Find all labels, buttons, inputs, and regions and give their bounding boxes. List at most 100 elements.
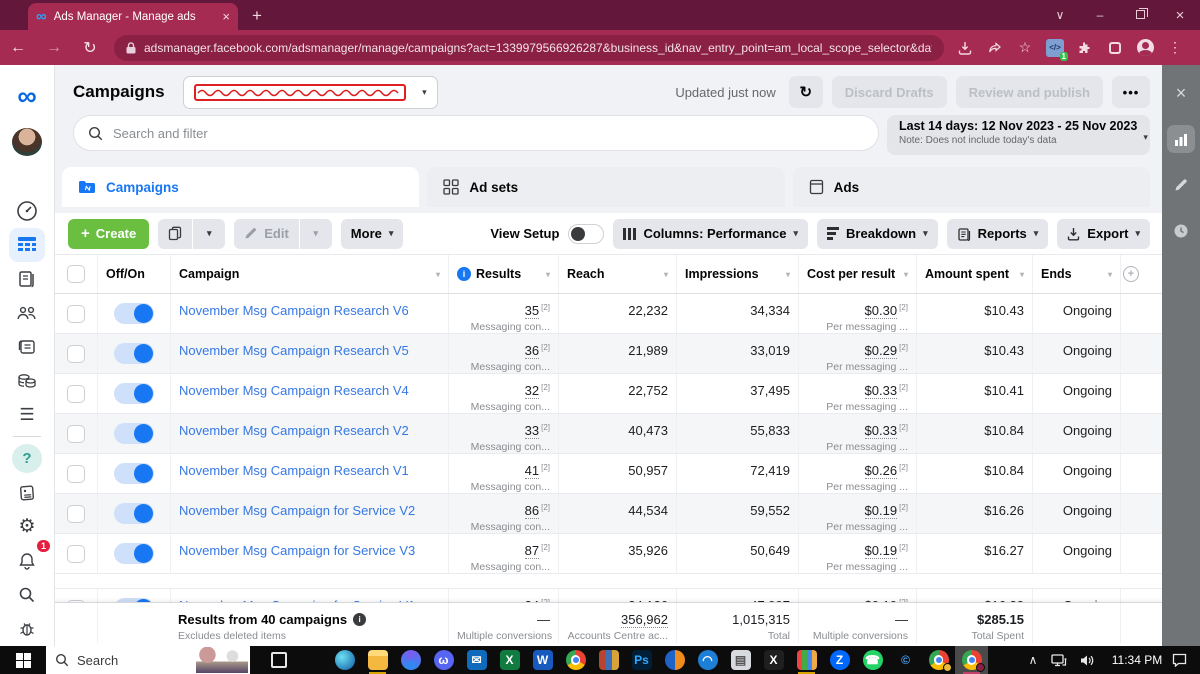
pages-icon[interactable] [9, 262, 45, 296]
search-filter-input[interactable]: Search and filter [73, 115, 879, 151]
row-checkbox[interactable] [67, 425, 85, 443]
file-explorer-icon[interactable] [361, 646, 394, 674]
cost-per-result-value[interactable]: $0.26 [865, 463, 898, 479]
discard-drafts-button[interactable]: Discard Drafts [832, 76, 947, 108]
billing-coins-icon[interactable] [9, 364, 45, 398]
results-value[interactable]: 87 [525, 543, 539, 559]
campaign-link[interactable]: November Msg Campaign Research V6 [179, 298, 409, 318]
photoshop-icon[interactable]: Ps [625, 646, 658, 674]
results-value[interactable]: 32 [525, 383, 539, 399]
results-info-icon[interactable]: i [457, 267, 471, 281]
row-checkbox[interactable] [67, 385, 85, 403]
zalo-icon[interactable]: Z [823, 646, 856, 674]
audiences-people-icon[interactable] [9, 296, 45, 330]
campaign-toggle[interactable] [114, 503, 154, 524]
help-icon[interactable]: ? [12, 444, 42, 472]
user-avatar[interactable] [12, 128, 42, 156]
chrome-profile-icon[interactable] [922, 646, 955, 674]
column-amount-spent[interactable]: Amount spent▾ [916, 255, 1032, 293]
firewall-ball-icon[interactable] [658, 646, 691, 674]
reports-button[interactable]: Reports ▾ [947, 219, 1049, 249]
task-view-icon[interactable] [262, 646, 295, 674]
volume-icon[interactable] [1080, 654, 1102, 667]
campaign-link[interactable]: November Msg Campaign Research V5 [179, 338, 409, 358]
campaigns-table-icon[interactable] [9, 228, 45, 262]
browser-profile-icon[interactable] [1132, 35, 1158, 61]
cost-per-result-value[interactable]: $0.33 [865, 423, 898, 439]
whatsapp-icon[interactable]: ☎ [856, 646, 889, 674]
new-tab-button[interactable]: + [252, 6, 262, 26]
ads-reporting-icon[interactable] [9, 330, 45, 364]
duplicate-button[interactable] [158, 219, 192, 249]
campaign-link[interactable]: November Msg Campaign Research V4 [179, 378, 409, 398]
discord-icon[interactable]: ω [427, 646, 460, 674]
report-bug-icon[interactable] [9, 612, 45, 646]
excel-icon[interactable]: X [493, 646, 526, 674]
minimize-button[interactable]: – [1080, 8, 1120, 22]
overview-speedometer-icon[interactable] [9, 194, 45, 228]
column-results[interactable]: iResults▾ [448, 255, 558, 293]
taskbar-search-box[interactable]: Search [46, 646, 250, 674]
tab-search-icon[interactable]: ∨ [1040, 8, 1080, 22]
results-value[interactable]: 86 [525, 503, 539, 519]
review-publish-button[interactable]: Review and publish [956, 76, 1103, 108]
notifications-bell-icon[interactable]: 1 [9, 544, 45, 578]
tab-campaigns[interactable]: Campaigns [62, 167, 419, 207]
campaign-toggle[interactable] [114, 463, 154, 484]
add-column-button[interactable]: + [1120, 255, 1145, 293]
cost-per-result-value[interactable]: $0.33 [865, 383, 898, 399]
side-panel-icon[interactable] [1102, 35, 1128, 61]
search-highlight-image[interactable] [196, 647, 248, 673]
date-range-selector[interactable]: Last 14 days: 12 Nov 2023 - 25 Nov 2023 … [887, 115, 1150, 155]
campaign-toggle[interactable] [114, 303, 154, 324]
row-checkbox[interactable] [67, 505, 85, 523]
row-checkbox[interactable] [67, 305, 85, 323]
extensions-puzzle-icon[interactable] [1072, 35, 1098, 61]
campaign-link[interactable]: November Msg Campaign Research V1 [179, 458, 409, 478]
forward-button[interactable]: → [36, 39, 72, 57]
url-bar[interactable]: adsmanager.facebook.com/adsmanager/manag… [114, 35, 944, 61]
xsplit-icon[interactable]: X [757, 646, 790, 674]
campaign-toggle[interactable] [114, 383, 154, 404]
tab-close-icon[interactable]: × [222, 9, 230, 24]
browser-tab[interactable]: ∞ Ads Manager - Manage ads - Ca × [28, 3, 238, 30]
ad-account-selector[interactable]: ▾ [183, 76, 438, 109]
bookmark-star-icon[interactable]: ☆ [1012, 35, 1038, 61]
campaign-toggle[interactable] [114, 343, 154, 364]
copilot-c-icon[interactable]: © [889, 646, 922, 674]
network-icon[interactable] [1051, 654, 1073, 667]
row-checkbox[interactable] [67, 345, 85, 363]
tab-ad-sets[interactable]: Ad sets [427, 167, 784, 207]
column-impressions[interactable]: Impressions▾ [676, 255, 798, 293]
keyboard-icon[interactable]: ▤ [724, 646, 757, 674]
select-all-checkbox[interactable] [67, 265, 85, 283]
results-value[interactable]: 33 [525, 423, 539, 439]
export-button[interactable]: Export ▾ [1057, 219, 1150, 249]
row-checkbox[interactable] [67, 545, 85, 563]
start-button[interactable] [0, 646, 46, 674]
chrome-icon[interactable] [559, 646, 592, 674]
create-button[interactable]: + Create [68, 219, 149, 249]
rail-search-icon[interactable] [9, 578, 45, 612]
duplicate-caret-button[interactable]: ▾ [193, 219, 225, 249]
settings-gear-icon[interactable]: ⚙ [9, 510, 45, 544]
campaign-toggle[interactable] [114, 543, 154, 564]
results-value[interactable]: 41 [525, 463, 539, 479]
browser-menu-icon[interactable]: ⋮ [1162, 35, 1188, 61]
mail-icon[interactable]: ✉ [460, 646, 493, 674]
tab-ads[interactable]: Ads [793, 167, 1150, 207]
microsoft-store-icon[interactable] [295, 646, 328, 674]
row-checkbox[interactable] [67, 465, 85, 483]
share-icon[interactable] [982, 35, 1008, 61]
chrome-active-icon[interactable] [955, 646, 988, 674]
clock[interactable]: 11:34 PM [1109, 653, 1165, 667]
column-reach[interactable]: Reach▾ [558, 255, 676, 293]
copilot-swirl-icon[interactable] [394, 646, 427, 674]
blue-app-icon[interactable]: ◠ [691, 646, 724, 674]
meta-logo-icon[interactable]: ∞ [17, 81, 36, 112]
summary-info-icon[interactable]: i [353, 613, 366, 626]
more-button[interactable]: More ▾ [341, 219, 404, 249]
close-window-button[interactable]: × [1160, 7, 1200, 24]
campaign-link[interactable]: November Msg Campaign Research V2 [179, 418, 409, 438]
edit-sidebar-icon[interactable] [1167, 171, 1195, 199]
